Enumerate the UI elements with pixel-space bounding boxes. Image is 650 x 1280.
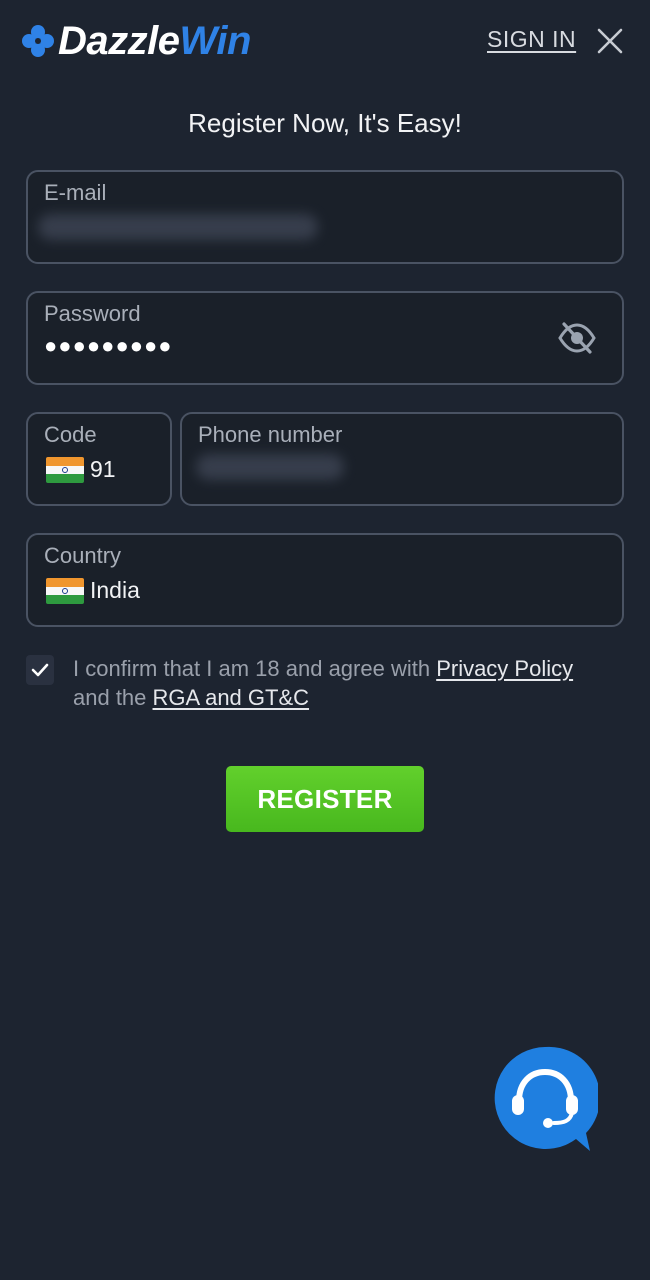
age-consent-checkbox[interactable] — [26, 655, 54, 685]
india-flag-icon — [46, 457, 84, 483]
email-field[interactable]: E-mail — [26, 170, 624, 264]
headset-chat-icon — [494, 1046, 598, 1151]
india-flag-icon — [46, 578, 84, 604]
support-chat-button[interactable] — [492, 1045, 598, 1155]
code-value: 91 — [90, 456, 116, 482]
phone-label: Phone number — [198, 422, 343, 447]
logo-text: DazzleWin — [58, 18, 251, 64]
consent-text: I confirm that I am 18 and agree with Pr… — [73, 654, 593, 712]
eye-off-icon[interactable] — [558, 321, 596, 355]
consent-text-before: I confirm that I am 18 and agree with — [73, 656, 437, 681]
sign-in-link[interactable]: SIGN IN — [487, 26, 576, 53]
close-icon[interactable] — [595, 26, 625, 56]
password-field[interactable]: Password ●●●●●●●●● — [26, 291, 624, 385]
register-button[interactable]: REGISTER — [226, 766, 424, 832]
rga-gtc-link[interactable]: RGA and GT&C — [153, 685, 310, 710]
header: DazzleWin SIGN IN — [0, 0, 650, 86]
email-label: E-mail — [44, 180, 107, 205]
email-value-redacted — [38, 214, 318, 240]
logo-text-dazzle: Dazzle — [58, 19, 180, 63]
password-label: Password — [44, 301, 141, 326]
password-value: ●●●●●●●●● — [44, 333, 173, 358]
logo-text-win: Win — [179, 19, 252, 63]
country-select[interactable]: Country India — [26, 533, 624, 627]
page-title: Register Now, It's Easy! — [188, 108, 462, 138]
clover-icon — [22, 25, 54, 57]
country-label: Country — [44, 543, 122, 568]
code-label: Code — [44, 422, 97, 447]
country-code-select[interactable]: Code 91 — [26, 412, 172, 506]
privacy-policy-link[interactable]: Privacy Policy — [436, 656, 573, 681]
phone-value-redacted — [196, 454, 344, 480]
consent-text-middle: and the — [73, 685, 153, 710]
logo[interactable]: DazzleWin — [20, 18, 251, 64]
country-value: India — [90, 577, 140, 603]
check-icon — [31, 663, 49, 677]
phone-number-field[interactable]: Phone number — [180, 412, 624, 506]
